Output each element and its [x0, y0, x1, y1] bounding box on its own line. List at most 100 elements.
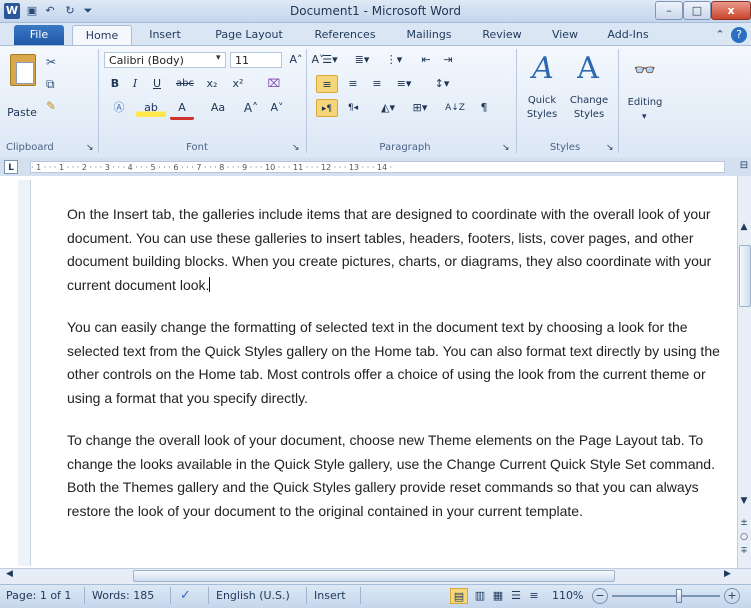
draft-view-icon[interactable]: ≡: [526, 588, 542, 604]
paragraph-launcher-icon[interactable]: ↘: [502, 143, 510, 153]
grow-font-large-button[interactable]: A˄: [240, 99, 262, 117]
rtl-text-icon[interactable]: ¶◂: [342, 99, 364, 117]
justify-icon[interactable]: ≡▾: [390, 75, 418, 93]
zoom-out-button[interactable]: −: [592, 588, 608, 604]
help-icon[interactable]: ?: [731, 27, 747, 43]
print-layout-view-icon[interactable]: ▤: [450, 588, 468, 604]
page-count-status[interactable]: Page: 1 of 1: [6, 588, 71, 604]
clear-formatting-icon[interactable]: ⌧: [264, 75, 284, 93]
full-screen-reading-icon[interactable]: ▥: [472, 588, 488, 604]
styles-launcher-icon[interactable]: ↘: [606, 143, 614, 153]
subscript-button[interactable]: x₂: [200, 75, 224, 93]
horizontal-scroll-thumb[interactable]: [133, 570, 615, 582]
shrink-font-small-button[interactable]: A˅: [266, 99, 288, 117]
word-count-status[interactable]: Words: 185: [92, 588, 154, 604]
view-ruler-icon[interactable]: ⊟: [738, 160, 750, 174]
bullets-icon[interactable]: ☰▾: [316, 51, 344, 69]
align-left-icon[interactable]: ≡: [316, 75, 338, 93]
paragraph-3[interactable]: To change the overall look of your docum…: [67, 429, 731, 523]
strikethrough-button[interactable]: abc: [172, 75, 198, 93]
paragraph-1[interactable]: On the Insert tab, the galleries include…: [67, 203, 731, 297]
change-styles-label[interactable]: Change: [566, 94, 612, 108]
ruler-track[interactable]: · 1 · · · 1 · · · 2 · · · 3 · · · 4 · · …: [30, 161, 725, 173]
zoom-in-button[interactable]: +: [724, 588, 740, 604]
align-center-icon[interactable]: ≡: [342, 75, 364, 93]
copy-icon[interactable]: ⧉: [46, 77, 55, 92]
borders-icon[interactable]: ⊞▾: [406, 99, 434, 117]
format-painter-icon[interactable]: ✎: [46, 99, 56, 113]
binoculars-icon[interactable]: 👓: [628, 54, 662, 88]
decrease-indent-icon[interactable]: ⇤: [416, 51, 436, 69]
shading-icon[interactable]: ◭▾: [374, 99, 402, 117]
tab-page-layout[interactable]: Page Layout: [209, 25, 289, 45]
font-name-combo[interactable]: Calibri (Body): [104, 52, 226, 68]
zoom-slider-thumb[interactable]: [676, 589, 682, 603]
language-status[interactable]: English (U.S.): [216, 588, 290, 604]
line-spacing-icon[interactable]: ↕▾: [428, 75, 456, 93]
font-launcher-icon[interactable]: ↘: [292, 143, 300, 153]
scroll-left-icon[interactable]: ◀: [6, 569, 13, 579]
show-formatting-button[interactable]: ¶: [474, 99, 494, 117]
zoom-slider-track[interactable]: [612, 595, 720, 597]
scroll-up-icon[interactable]: ▲: [739, 222, 749, 234]
minimize-ribbon-icon[interactable]: ⌃: [713, 25, 727, 45]
word-logo-icon[interactable]: W: [4, 3, 20, 19]
vertical-scrollbar[interactable]: [737, 176, 751, 568]
customize-quick-access-icon[interactable]: ⏷: [80, 3, 96, 19]
tab-insert[interactable]: Insert: [143, 25, 187, 45]
undo-icon[interactable]: ↶: [42, 3, 58, 19]
font-color-button[interactable]: A: [170, 99, 194, 120]
tab-home[interactable]: Home: [72, 25, 132, 46]
paste-button[interactable]: [6, 52, 40, 92]
insert-mode-status[interactable]: Insert: [314, 588, 346, 604]
tab-selector-button[interactable]: L: [4, 160, 18, 174]
clipboard-launcher-icon[interactable]: ↘: [86, 143, 94, 153]
paste-label[interactable]: Paste: [4, 104, 40, 122]
change-styles-label-2[interactable]: Styles: [566, 108, 612, 122]
highlight-button[interactable]: ab: [136, 99, 166, 117]
tab-view[interactable]: View: [545, 25, 585, 45]
quick-styles-label-2[interactable]: Styles: [520, 108, 564, 122]
web-layout-icon[interactable]: ▦: [490, 588, 506, 604]
grow-font-button[interactable]: A˄: [286, 51, 306, 69]
save-icon[interactable]: ▣: [24, 3, 40, 19]
underline-button[interactable]: U: [146, 75, 168, 93]
vertical-scroll-thumb[interactable]: [739, 245, 751, 307]
chevron-down-icon[interactable]: ▾: [642, 112, 647, 122]
increase-indent-icon[interactable]: ⇥: [438, 51, 458, 69]
outline-view-icon[interactable]: ☰: [508, 588, 524, 604]
close-button[interactable]: x: [711, 1, 751, 20]
editing-button[interactable]: Editing: [622, 94, 668, 112]
quick-styles-icon[interactable]: A: [523, 51, 563, 87]
paragraph-2[interactable]: You can easily change the formatting of …: [67, 316, 731, 410]
change-case-button[interactable]: Aa: [204, 99, 232, 117]
tab-file[interactable]: File: [14, 25, 64, 45]
proofing-icon[interactable]: ✓: [180, 588, 191, 604]
zoom-level[interactable]: 110%: [552, 588, 583, 604]
scroll-right-icon[interactable]: ▶: [724, 569, 731, 579]
maximize-button[interactable]: □: [683, 1, 711, 20]
tab-add-ins[interactable]: Add-Ins: [600, 25, 656, 45]
scroll-down-icon[interactable]: ▼: [739, 496, 749, 508]
ltr-text-icon[interactable]: ▸¶: [316, 99, 338, 117]
change-styles-icon[interactable]: A: [566, 51, 610, 87]
superscript-button[interactable]: x²: [226, 75, 250, 93]
tab-review[interactable]: Review: [477, 25, 527, 45]
status-divider: [360, 587, 361, 604]
multilevel-list-icon[interactable]: ⋮▾: [380, 51, 408, 69]
browse-object-icon[interactable]: ± ○ ∓: [739, 516, 749, 558]
text-effects-icon[interactable]: Ⓐ: [106, 99, 132, 117]
align-right-icon[interactable]: ≡: [366, 75, 388, 93]
chevron-down-icon[interactable]: ▾: [216, 53, 221, 63]
redo-icon[interactable]: ↻: [62, 3, 78, 19]
quick-styles-label[interactable]: Quick: [520, 94, 564, 108]
minimize-button[interactable]: –: [655, 1, 683, 20]
sort-button[interactable]: A↓Z: [442, 99, 468, 117]
font-size-combo[interactable]: 11: [230, 52, 282, 68]
cut-icon[interactable]: ✂: [46, 55, 56, 69]
italic-button[interactable]: I: [126, 75, 144, 93]
tab-references[interactable]: References: [310, 25, 380, 45]
numbering-icon[interactable]: ≣▾: [348, 51, 376, 69]
bold-button[interactable]: B: [106, 75, 124, 93]
tab-mailings[interactable]: Mailings: [398, 25, 460, 45]
